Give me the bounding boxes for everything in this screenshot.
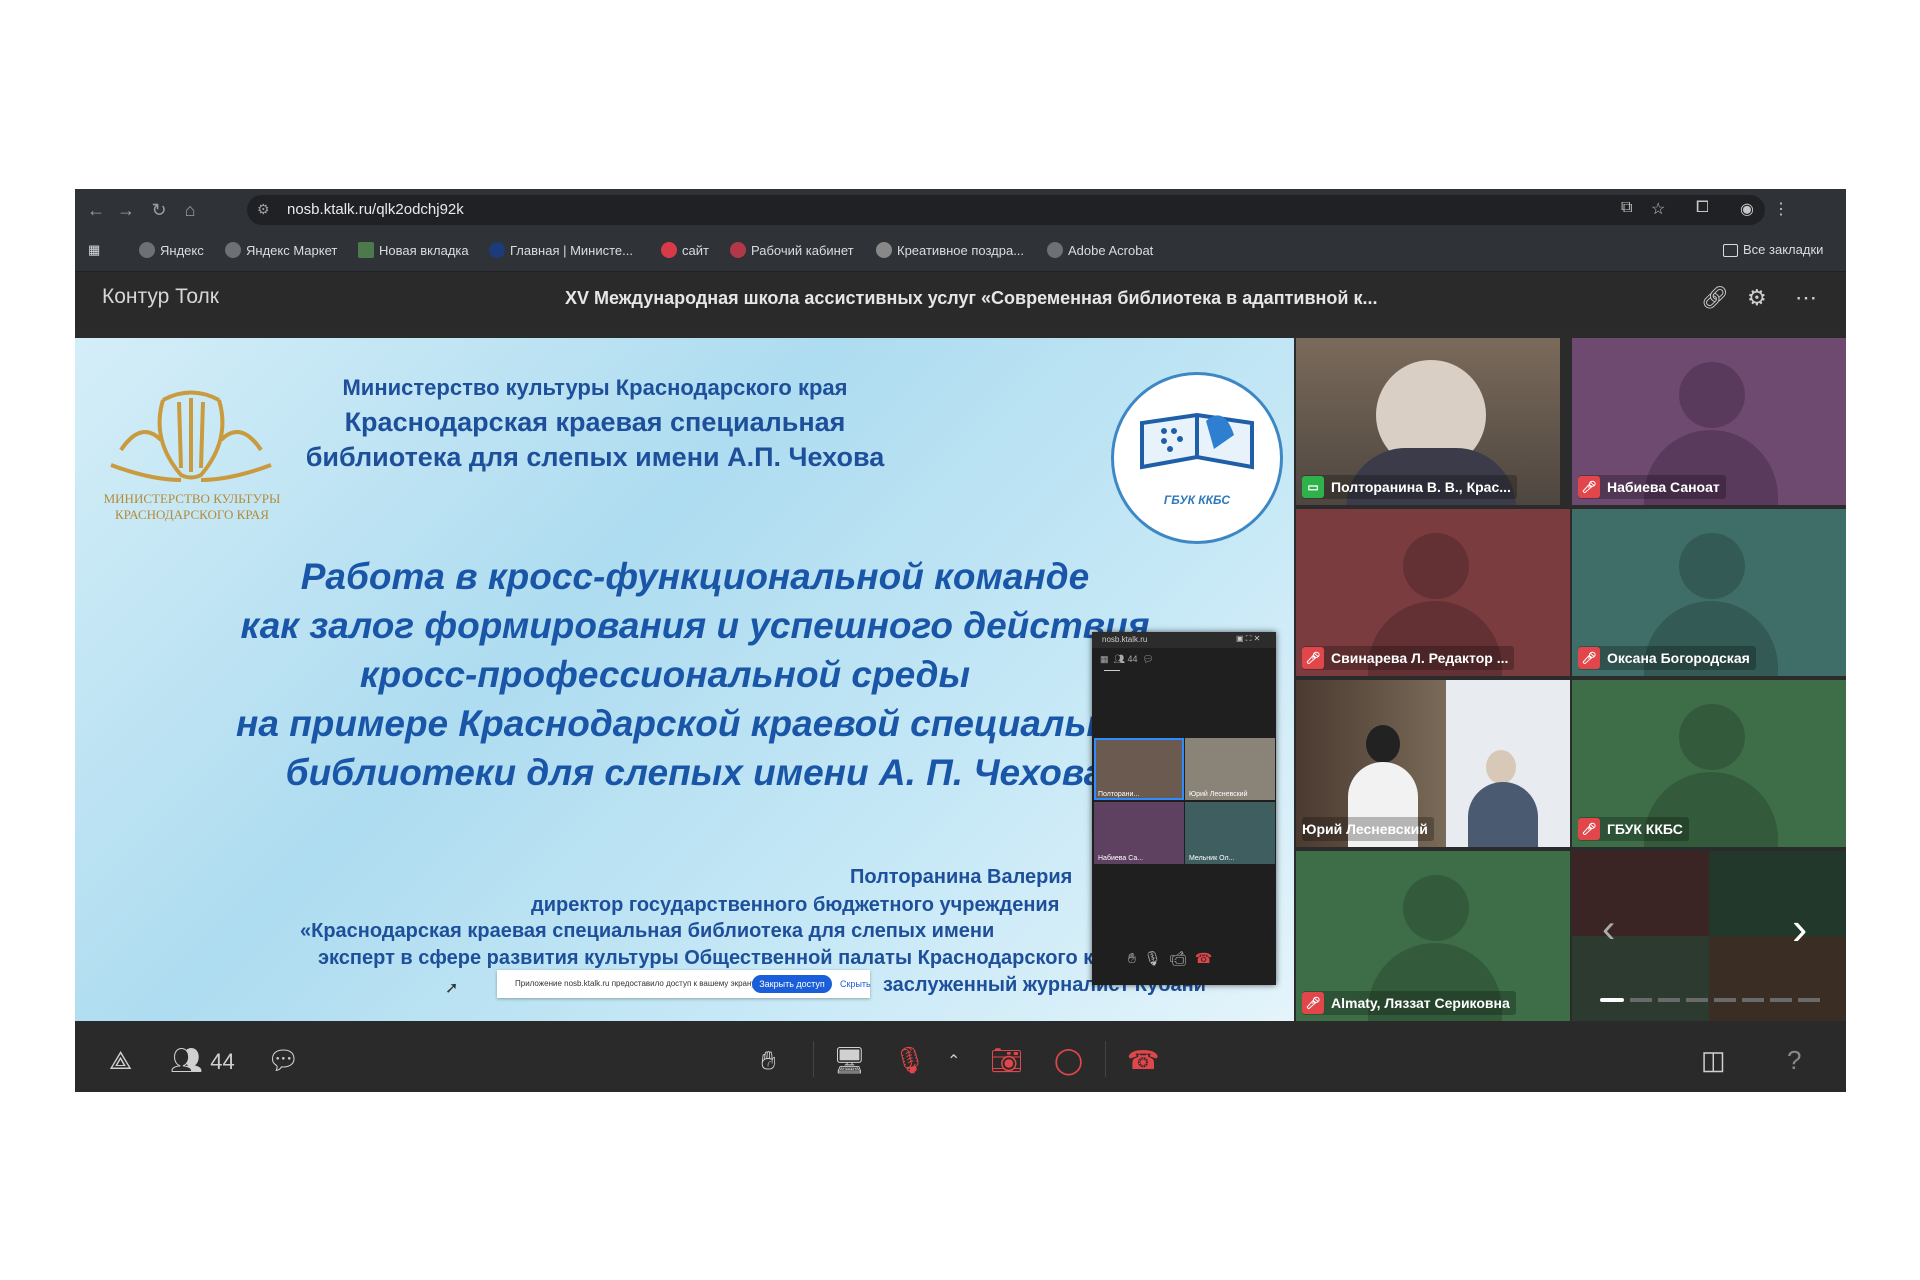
url-text[interactable]: nosb.ktalk.ru/qlk2odchj92k bbox=[287, 201, 464, 218]
image-icon bbox=[358, 242, 374, 258]
stop-sharing-button[interactable]: Закрыть доступ bbox=[752, 975, 832, 993]
screen-share-notice: Приложение nosb.ktalk.ru предоставило до… bbox=[497, 970, 871, 998]
settings-gear-icon[interactable]: ⚙ bbox=[1747, 285, 1767, 311]
chat-icon[interactable]: 💬︎ bbox=[267, 1045, 300, 1076]
more-participants-tile[interactable]: ‹ › bbox=[1572, 851, 1846, 1021]
globe-icon bbox=[225, 242, 241, 258]
globe-icon bbox=[1047, 242, 1063, 258]
participant-tile[interactable]: 🎤︎ Свинарева Л. Редактор ... bbox=[1296, 509, 1570, 676]
mic-off-icon: 🎤︎ bbox=[1578, 818, 1600, 840]
next-page-icon[interactable]: › bbox=[1792, 901, 1807, 955]
author-line-2: директор государственного бюджетного учр… bbox=[531, 894, 1060, 916]
bookmark-work-cabinet[interactable]: Рабочий кабинет bbox=[730, 242, 854, 258]
participant-tile[interactable]: ▭ Полторанина В. В., Крас... bbox=[1296, 338, 1560, 505]
link-icon[interactable]: 🔗︎ bbox=[1701, 285, 1729, 311]
slide-title-line-5: библиотеки для слепых имени А. П. Чехова bbox=[285, 752, 1105, 793]
camera-off-button[interactable]: 📷︎ bbox=[990, 1045, 1023, 1076]
screenshot-frame: ← → ↻ ⌂ ⚙ nosb.ktalk.ru/qlk2odchj92k ⧉ ☆… bbox=[75, 189, 1846, 1092]
org-line-3: библиотека для слепых имени А.П. Чехова bbox=[305, 442, 885, 472]
mini-tile: Мельник Ол... bbox=[1185, 802, 1275, 864]
raise-hand-icon[interactable]: ✋︎ bbox=[761, 1045, 776, 1077]
author-line-1: Полторанина Валерия bbox=[850, 866, 1073, 888]
open-book-icon bbox=[1140, 412, 1254, 470]
hide-notice-button[interactable]: Скрыть bbox=[840, 979, 871, 989]
screen-share-icon: ▭ bbox=[1302, 476, 1324, 498]
mic-off-icon: 🎤︎ bbox=[1578, 647, 1600, 669]
author-line-4: эксперт в сфере развития культуры Общест… bbox=[318, 947, 1129, 969]
mini-call-window: nosb.ktalk.ru ▣ ⛶ ✕ ▦ 👥︎ 44 💬︎ Полторани… bbox=[1092, 632, 1276, 985]
mic-off-icon: 🎤︎ bbox=[1302, 992, 1324, 1014]
extensions-icon[interactable]: ⧠ bbox=[1696, 199, 1709, 217]
participant-tile[interactable]: 🎤︎ Almaty, Ляззат Сериковна bbox=[1296, 851, 1570, 1021]
install-app-icon[interactable]: ⧉ bbox=[1621, 199, 1632, 217]
menu-dots-icon[interactable]: ⋮ bbox=[1773, 199, 1789, 219]
mini-controls: ✋︎ 🎙︎ 📹︎ ☎︎ bbox=[1128, 950, 1213, 966]
slide-title-line-3: кросс-профессиональной среды bbox=[359, 654, 971, 695]
site-icon bbox=[661, 242, 677, 258]
participant-tile[interactable]: 🎤︎ Оксана Богородская bbox=[1572, 509, 1846, 676]
library-logo: ГБУК ККБС bbox=[1111, 372, 1283, 544]
mini-window-controls-icon: ▣ ⛶ ✕ bbox=[1236, 634, 1261, 643]
slide-title-line-2: как залог формирования и успешного дейст… bbox=[240, 605, 1150, 646]
slide-title-line-4: на примере Краснодарской краевой специал… bbox=[236, 703, 1154, 744]
help-icon[interactable]: ? bbox=[1787, 1045, 1801, 1076]
page-indicator bbox=[1600, 998, 1820, 1002]
participants-button[interactable]: 👥︎ 44 bbox=[170, 1045, 235, 1076]
apps-grid-icon[interactable]: ▦ bbox=[88, 242, 100, 258]
back-icon[interactable]: ← bbox=[85, 199, 107, 221]
participant-tile[interactable]: 🎤︎ ГБУК ККБС bbox=[1572, 680, 1846, 847]
mic-off-icon: 🎤︎ bbox=[1302, 647, 1324, 669]
bookmark-new-tab[interactable]: Новая вкладка bbox=[358, 242, 469, 258]
ministry-lyre-logo-icon bbox=[110, 390, 272, 482]
org-line-2: Краснодарская краевая специальная bbox=[344, 407, 846, 437]
forward-icon[interactable]: → bbox=[115, 199, 137, 221]
address-bar[interactable] bbox=[247, 195, 1765, 225]
bookmark-star-icon[interactable]: ☆ bbox=[1651, 199, 1665, 219]
participant-tile[interactable]: 🎤︎ Набиева Саноат bbox=[1572, 338, 1846, 505]
mic-off-icon: 🎤︎ bbox=[1578, 476, 1600, 498]
end-call-button[interactable]: ☎︎ bbox=[1127, 1045, 1159, 1076]
all-bookmarks[interactable]: Все закладки bbox=[1723, 242, 1823, 257]
mini-tile: Набиева Са... bbox=[1094, 802, 1184, 864]
site-info-icon[interactable]: ⚙ bbox=[257, 201, 270, 218]
org-line-1: Министерство культуры Краснодарского кра… bbox=[342, 375, 848, 400]
mic-options-chevron-icon[interactable]: ⌃ bbox=[947, 1051, 960, 1071]
call-controls-bar bbox=[75, 1021, 1846, 1092]
bookmark-ministry[interactable]: Главная | Министе... bbox=[489, 242, 633, 258]
mini-toolbar: ▦ 👥︎ 44 💬︎ bbox=[1100, 654, 1154, 664]
folder-icon bbox=[1723, 244, 1738, 257]
mini-tile: Юрий Лесневский bbox=[1185, 738, 1275, 800]
mini-tile: Полторани... bbox=[1094, 738, 1184, 800]
mic-off-button[interactable]: 🎙︎ bbox=[893, 1045, 926, 1076]
participant-tile[interactable]: Юрий Лесневский bbox=[1296, 680, 1570, 847]
meeting-title: XV Международная школа ассистивных услуг… bbox=[565, 288, 1378, 308]
bookmark-creative[interactable]: Креативное поздра... bbox=[876, 242, 1024, 258]
ministry-icon bbox=[489, 242, 505, 258]
more-icon[interactable]: ⋯ bbox=[1795, 285, 1817, 311]
screen-share-button[interactable]: 🖥︎ bbox=[833, 1045, 866, 1076]
home-icon[interactable]: ⌂ bbox=[179, 199, 201, 221]
reload-icon[interactable]: ↻ bbox=[148, 199, 170, 221]
profile-icon[interactable]: ◉ bbox=[1740, 199, 1754, 219]
slide-title-line-1: Работа в кросс-функциональной команде bbox=[300, 556, 1090, 597]
app-brand: Контур Толк bbox=[102, 285, 219, 308]
author-line-3: «Краснодарская краевая специальная библи… bbox=[300, 920, 995, 942]
mouse-cursor-icon: ➚ bbox=[445, 980, 459, 997]
ministry-logo-caption: МИНИСТЕРСТВО КУЛЬТУРЫ КРАСНОДАРСКОГО КРА… bbox=[103, 491, 281, 522]
prev-page-icon[interactable]: ‹ bbox=[1602, 907, 1615, 952]
bookmark-yandex[interactable]: Яндекс bbox=[139, 242, 204, 258]
bookmark-yandex-market[interactable]: Яндекс Маркет bbox=[225, 242, 337, 258]
bookmark-site[interactable]: сайт bbox=[661, 242, 709, 258]
layout-icon[interactable]: ◫ bbox=[1701, 1045, 1726, 1076]
globe-icon bbox=[139, 242, 155, 258]
cabinet-icon bbox=[730, 242, 746, 258]
creative-icon bbox=[876, 242, 892, 258]
bookmark-adobe[interactable]: Adobe Acrobat bbox=[1047, 242, 1153, 258]
apps-shapes-icon[interactable]: ⟁ bbox=[109, 1045, 132, 1077]
record-button[interactable]: ◯ bbox=[1054, 1045, 1083, 1076]
